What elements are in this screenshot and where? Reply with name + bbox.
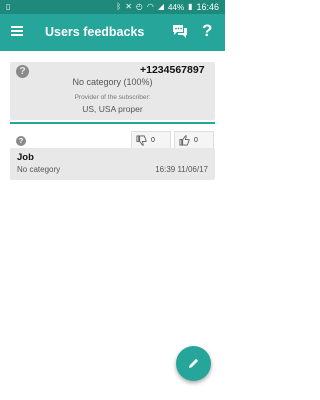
feedback-card[interactable]: Job No category 16:39 11/06/17 bbox=[10, 148, 215, 180]
feedback-datetime: 16:39 11/06/17 bbox=[155, 165, 208, 174]
wifi-icon: ◠ bbox=[146, 2, 154, 11]
battery-percent: 44% bbox=[168, 2, 185, 12]
provider-label: Provider of the subscriber: bbox=[74, 94, 151, 101]
clock: 16:46 bbox=[196, 2, 219, 12]
feedback-category: No category bbox=[17, 165, 61, 174]
alarm-icon: ◴ bbox=[135, 2, 143, 11]
sd-card-icon: ▯ bbox=[6, 2, 11, 11]
thumbs-up-icon bbox=[179, 135, 190, 145]
app-bar: Users feedbacks ? bbox=[0, 14, 225, 51]
hamburger-menu-icon[interactable] bbox=[11, 26, 23, 36]
question-circle-icon: ? bbox=[16, 136, 26, 146]
dislike-button[interactable]: 0 bbox=[131, 131, 171, 149]
page-title: Users feedbacks bbox=[45, 25, 145, 39]
signal-icon: ◢ bbox=[157, 2, 165, 11]
mute-icon: ✕ bbox=[125, 2, 132, 11]
notification-icons: ▯ bbox=[6, 2, 10, 12]
phone-number: +1234567897 bbox=[140, 64, 205, 76]
bluetooth-icon: ᛒ bbox=[116, 2, 122, 11]
like-button[interactable]: 0 bbox=[174, 131, 214, 149]
battery-icon: ▮ bbox=[188, 2, 193, 11]
subscriber-category: No category (100%) bbox=[72, 77, 153, 87]
pencil-icon bbox=[189, 358, 199, 368]
provider-value: US, USA proper bbox=[82, 104, 143, 114]
thumbs-down-icon bbox=[136, 135, 147, 145]
question-mark-icon[interactable]: ? bbox=[202, 21, 212, 41]
status-bar: ▯ ᛒ ✕ ◴ ◠ ◢ 44% ▮ 16:46 bbox=[0, 0, 225, 14]
add-feedback-button[interactable] bbox=[176, 346, 211, 381]
card-divider bbox=[10, 122, 215, 124]
dislike-count: 0 bbox=[151, 136, 155, 144]
feedback-title: Job bbox=[17, 152, 34, 163]
chat-bubbles-icon[interactable] bbox=[172, 24, 188, 38]
like-count: 0 bbox=[194, 136, 198, 144]
subscriber-card[interactable]: ? +1234567897 No category (100%) Provide… bbox=[10, 62, 215, 120]
